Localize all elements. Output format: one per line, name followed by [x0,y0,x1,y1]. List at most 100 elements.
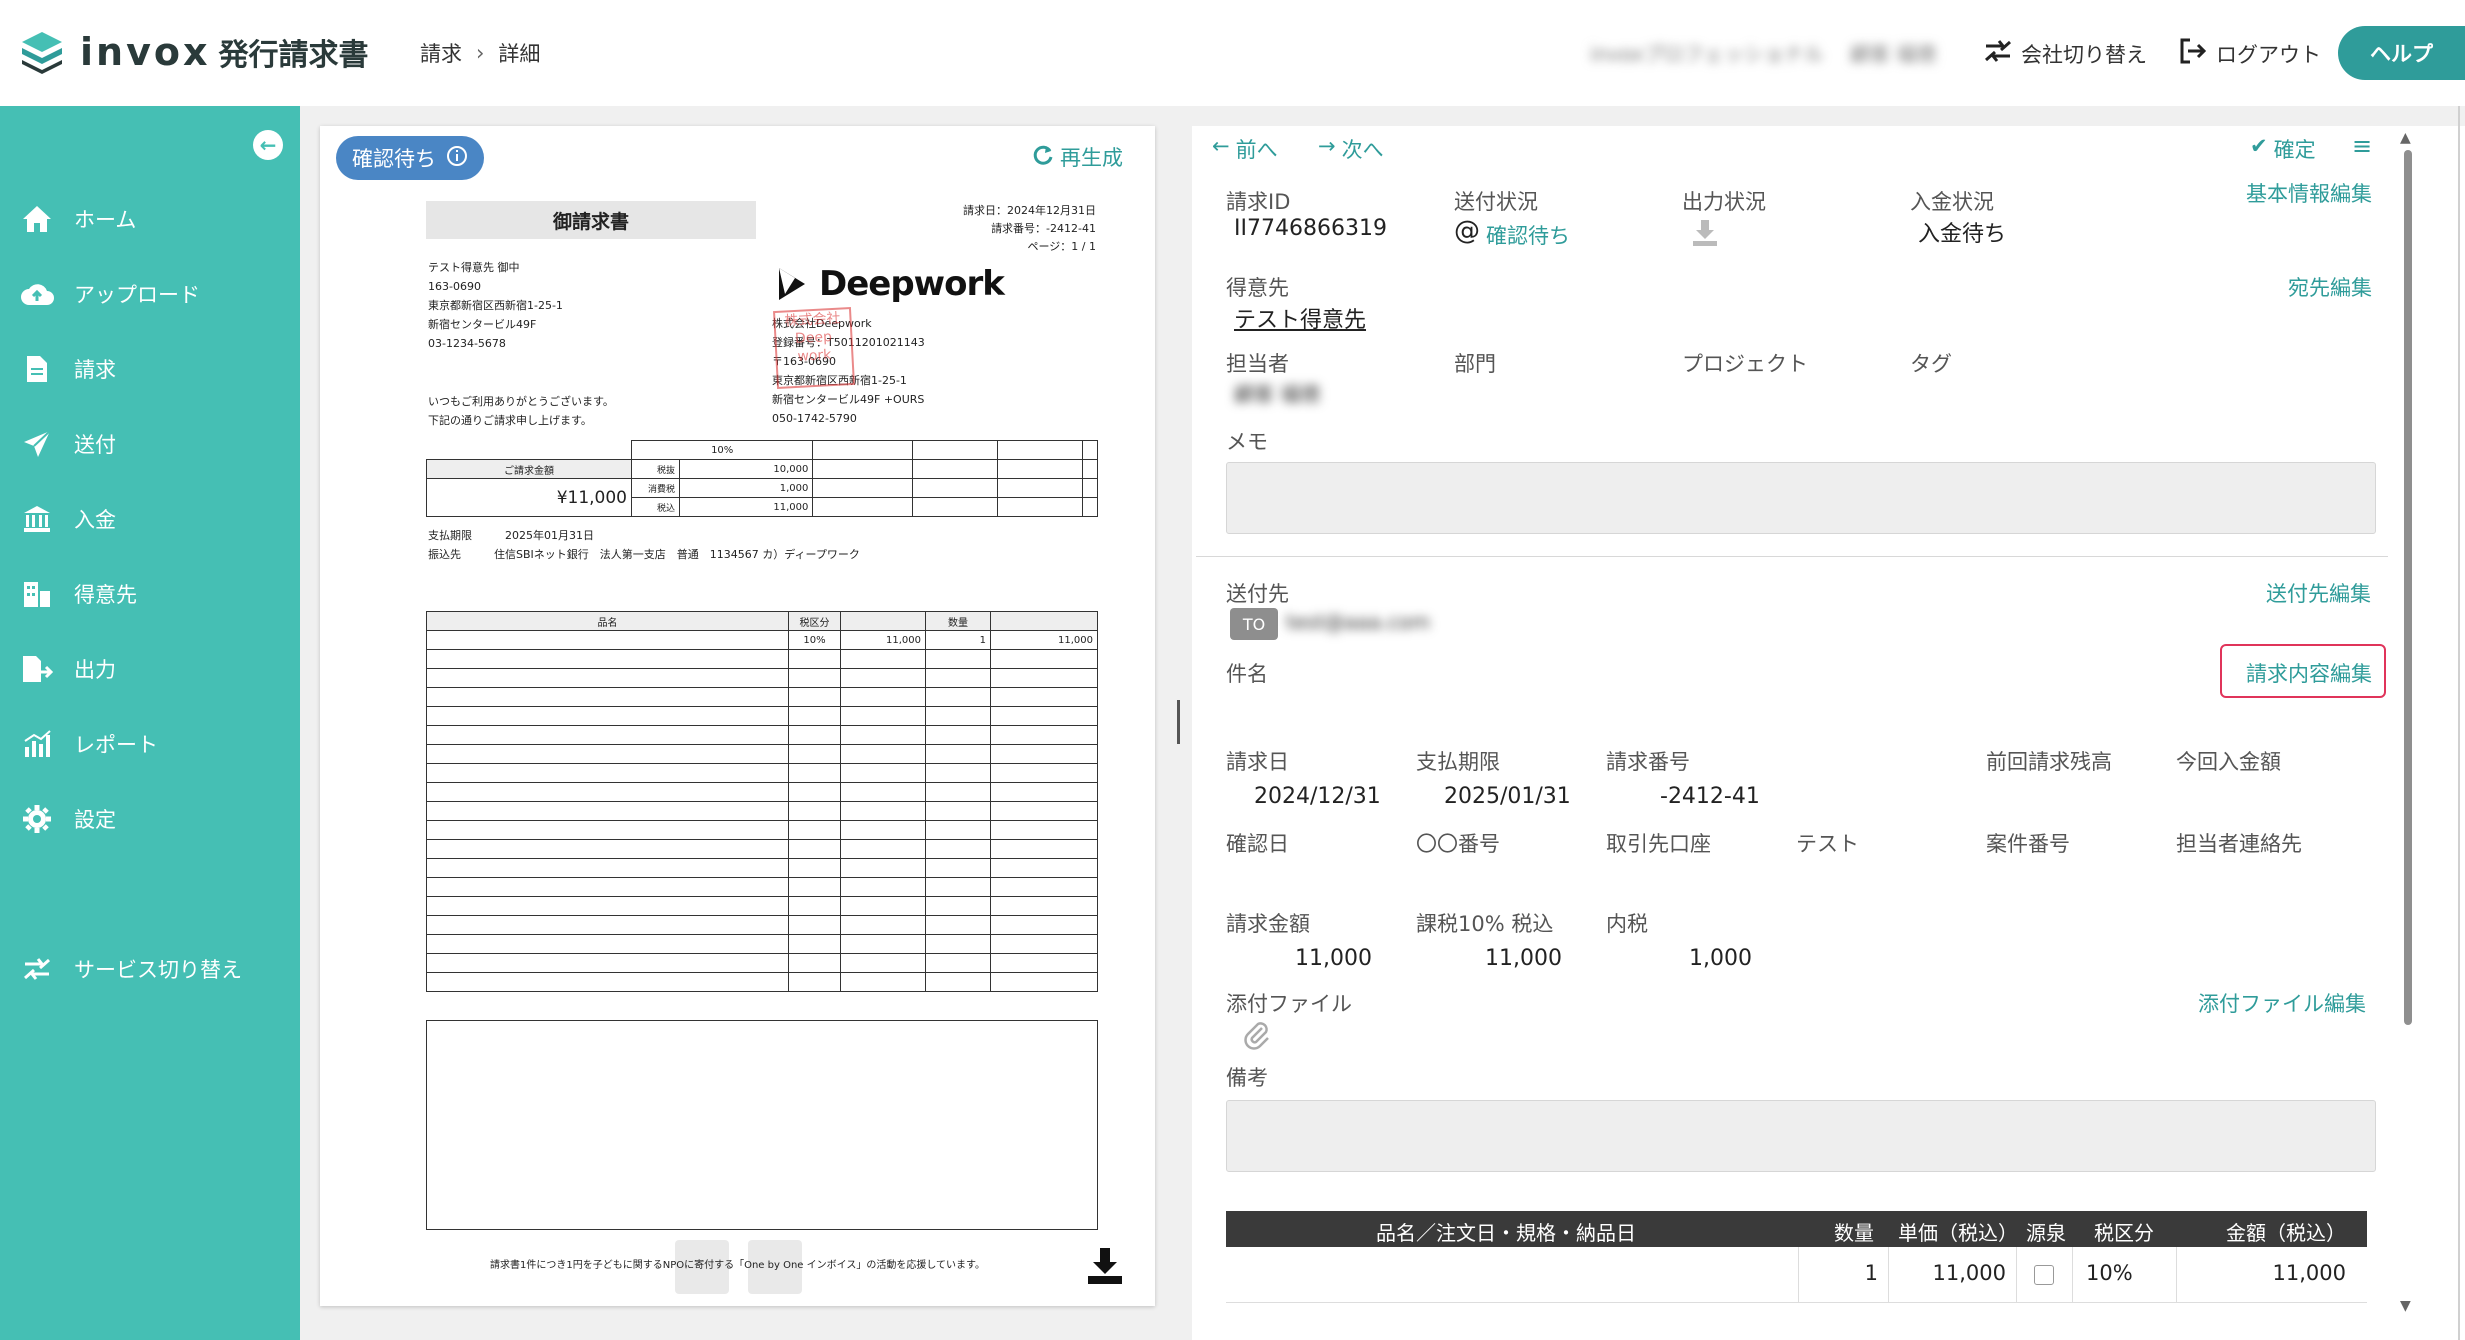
confirm-button[interactable]: ✔ 確定 [2250,134,2316,164]
memo-label: メモ [1226,430,1268,454]
dept-label: 部門 [1454,352,1496,376]
remarks-textarea[interactable] [1226,1100,2376,1172]
case-number-label: 案件番号 [1986,832,2070,856]
check-icon: ✔ [2250,134,2268,158]
sidebar-item-label: 入金 [74,508,116,532]
sidebar-item-settings[interactable]: 設定 [20,802,116,836]
collapse-sidebar-button[interactable]: ← [253,130,283,160]
table-row[interactable]: 1 11,000 10% 11,000 [1226,1247,2367,1303]
to-email: test@aaa.com [1286,610,1431,634]
switch-company-link[interactable]: 会社切り替え [1983,36,2147,71]
at-icon: @ [1454,216,1480,246]
scrollbar-thumb[interactable] [2404,150,2412,1025]
tax10-label: 課税10% 税込 [1416,912,1554,936]
sidebar-item-invoices[interactable]: 請求 [20,352,116,386]
home-icon [20,202,54,236]
help-button[interactable]: ヘルプ [2338,26,2465,80]
remarks-label: 備考 [1226,1066,1268,1090]
sidebar-item-reports[interactable]: レポート [20,727,158,761]
breadcrumb-item-detail: 詳細 [498,42,541,66]
invoice-id-label: 請求ID [1226,190,1291,214]
recipient-phone: 03-1234-5678 [428,337,506,350]
doc-page: ページ：1 / 1 [1027,240,1096,253]
invoice-id-value: II7746866319 [1234,216,1387,241]
sidebar-item-upload[interactable]: アップロード [20,277,200,311]
status-badge[interactable]: 確認待ち [336,136,484,180]
logo-icon [18,28,66,76]
prev-button[interactable]: ← 前へ [1212,134,1278,164]
sidebar-item-home[interactable]: ホーム [20,202,136,236]
logout-label: ログアウト [2216,42,2321,67]
export-icon [20,652,54,686]
panel-resize-handle[interactable] [1177,700,1180,744]
oo-number-label: 〇〇番号 [1416,832,1500,856]
summary-row-label: 税抜 [631,459,680,479]
sidebar-item-payments[interactable]: 入金 [20,502,116,536]
col-divider [1888,1247,1889,1303]
breadcrumb-item-invoices[interactable]: 請求 [420,38,462,68]
doc-empty-row [426,801,1098,821]
col-divider [2016,1247,2017,1303]
memo-textarea[interactable] [1226,462,2376,534]
doc-item-header: 税区分 [788,611,841,631]
sidebar-item-export[interactable]: 出力 [20,652,116,686]
sidebar-item-clients[interactable]: 得意先 [20,577,137,611]
subject-label: 件名 [1226,662,1268,686]
client-link[interactable]: テスト得意先 [1234,302,1366,334]
item-unit-price: 11,000 [1932,1261,2006,1285]
service-switch-link[interactable]: サービス切り替え [20,952,242,986]
cloud-upload-icon [20,277,54,311]
logout-link[interactable]: ログアウト [2178,36,2321,71]
regenerate-button[interactable]: 再生成 [1032,142,1123,172]
chevron-right-icon: › [476,41,485,65]
doc-empty-rows [426,649,1098,992]
service-switch-label: サービス切り替え [74,958,242,982]
doc-empty-row [426,744,1098,764]
app-logo[interactable]: invox 発行請求書 [18,28,368,76]
doc-empty-row [426,953,1098,973]
col-header-unit-price: 単価（税込） [1898,1221,2018,1245]
basic-info-edit-link[interactable]: 基本情報編集 [2246,178,2372,208]
doc-title: 御請求書 [426,201,756,239]
sidebar-item-label: 送付 [74,433,116,457]
send-status-label: 送付状況 [1454,190,1538,214]
inner-tax-value: 1,000 [1689,946,1752,971]
sidebar: ← ホーム アップロード 請求 送付 入金 得意先 出力 レポート 設定 サービ… [0,106,300,1340]
window-edge [2458,106,2460,1340]
issuer-line: 050-1742-5790 [772,412,857,425]
address-edit-link[interactable]: 宛先編集 [2288,272,2372,302]
sidebar-item-label: 設定 [74,808,116,832]
items-table-header: 品名／注文日・規格・納品日 数量 単価（税込） 源泉 税区分 金額（税込） [1226,1211,2367,1247]
paperclip-icon[interactable] [1242,1020,1272,1055]
menu-icon[interactable]: ≡ [2352,132,2372,160]
invoice-date-value: 2024/12/31 [1254,784,1381,809]
payment-status-value: 入金待ち [1918,222,2007,247]
withholding-checkbox[interactable] [2034,1265,2054,1285]
chart-icon [20,727,54,761]
owner-contact-label: 担当者連絡先 [2176,832,2302,856]
regenerate-label: 再生成 [1060,146,1123,170]
refresh-icon [1032,144,1054,171]
arrow-left-icon: ← [259,133,277,157]
sidebar-item-send[interactable]: 送付 [20,427,116,461]
summary-rate: 10% [630,440,814,460]
bank-value: 住信SBIネット銀行 法人第一支店 普通 1134567 カ）ディープワーク [494,548,860,561]
status-label: 確認待ち [352,147,436,171]
breadcrumb: 請求 › 詳細 [420,38,540,68]
col-header-amount: 金額（税込） [2226,1221,2346,1245]
doc-item-unit: 11,000 [840,630,926,650]
doc-item-header: 数量 [925,611,991,631]
send-status-value[interactable]: @ 確認待ち [1454,216,1570,250]
summary-row-value: 11,000 [678,497,814,517]
scroll-up-icon[interactable]: ▲ [2400,130,2411,146]
download-icon[interactable] [1085,1246,1125,1286]
prev-balance-label: 前回請求残高 [1986,750,2112,774]
this-payment-label: 今回入金額 [2176,750,2281,774]
content-edit-link[interactable]: 請求内容編集 [2246,658,2372,688]
next-button[interactable]: → 次へ [1318,134,1384,164]
bank-label: 振込先 [428,548,461,561]
col-divider [2072,1247,2073,1303]
attach-edit-link[interactable]: 添付ファイル編集 [2198,988,2366,1018]
send-to-edit-link[interactable]: 送付先編集 [2266,578,2371,608]
scroll-down-icon[interactable]: ▼ [2400,1298,2411,1314]
